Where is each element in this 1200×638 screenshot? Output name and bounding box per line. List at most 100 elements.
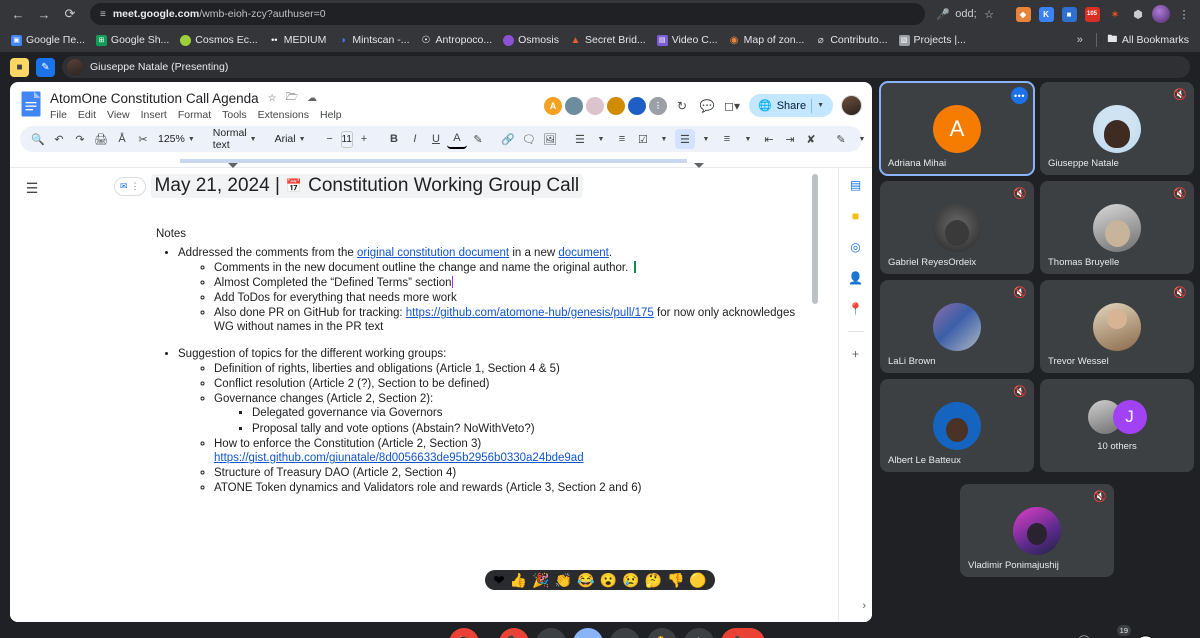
collaborator-avatar[interactable] xyxy=(586,96,604,115)
bold-button[interactable]: B xyxy=(384,129,404,149)
bookmark-item[interactable]: ▲ Secret Brid... xyxy=(565,32,651,48)
menu-tools[interactable]: Tools xyxy=(222,109,247,121)
extension-orange[interactable]: ◆ xyxy=(1013,4,1033,24)
meeting-details-button[interactable]: ⓘ xyxy=(1075,634,1093,638)
reaction-thumbs-up[interactable]: 👍 xyxy=(510,573,527,587)
reload-icon[interactable]: ⟳ xyxy=(58,2,82,26)
star-icon[interactable]: ☆ xyxy=(979,4,999,24)
document-page[interactable]: ✉ ⋮ May 21, 2024 | 📅 Constitution Workin… xyxy=(54,168,838,622)
site-settings-icon[interactable]: ≡ xyxy=(100,9,106,20)
version-history-icon[interactable]: ↻ xyxy=(672,96,692,116)
zoom-selector[interactable]: 125% ▼ xyxy=(154,129,199,149)
leave-call-button[interactable]: 📞 xyxy=(720,628,765,638)
extension-calendar[interactable]: 105 xyxy=(1082,4,1102,24)
meet-camera-icon[interactable]: ◻▾ xyxy=(722,96,742,116)
extension-blue[interactable]: ■ xyxy=(1059,4,1079,24)
redo-icon[interactable]: ↷ xyxy=(70,129,90,149)
checklist-icon[interactable]: ☑ xyxy=(633,129,653,149)
chevron-down-icon[interactable]: ▼ xyxy=(738,129,758,149)
menu-file[interactable]: File xyxy=(50,109,67,121)
activities-panel-button[interactable]: ▲ xyxy=(1168,634,1186,638)
share-button[interactable]: 🌐 Share ▼ xyxy=(749,94,833,117)
reaction-surprised[interactable]: 😮 xyxy=(600,573,617,587)
bookmark-item[interactable]: ◉ Map of zon... xyxy=(724,32,810,48)
paragraph-style-selector[interactable]: Normal text ▼ xyxy=(209,127,261,151)
presenter-chip[interactable]: Giuseppe Natale (Presenting) xyxy=(62,56,1190,78)
maps-icon[interactable]: 📍 xyxy=(847,300,865,318)
collaborator-avatar[interactable] xyxy=(628,96,646,115)
bookmark-item[interactable]: ▤ Video C... xyxy=(652,32,723,48)
decrease-indent-icon[interactable]: ⇤ xyxy=(759,129,779,149)
camera-off-button[interactable]: 🎥 xyxy=(498,628,529,638)
all-bookmarks-button[interactable]: 🖿 All Bookmarks xyxy=(1102,32,1194,48)
menu-view[interactable]: View xyxy=(107,109,130,121)
menu-help[interactable]: Help xyxy=(320,109,342,121)
spellcheck-icon[interactable]: Å xyxy=(112,129,132,149)
original-constitution-link[interactable]: original constitution document xyxy=(357,247,509,259)
reaction-clap[interactable]: 👏 xyxy=(555,573,572,587)
participant-tile-albert-le-batteux[interactable]: 🔇 Albert Le Batteux xyxy=(880,379,1034,472)
reaction-sad[interactable]: 😢 xyxy=(622,573,639,587)
edit-presentation-icon[interactable]: ✎ xyxy=(36,57,55,77)
menu-edit[interactable]: Edit xyxy=(78,109,96,121)
reactions-button[interactable]: ☺ xyxy=(572,628,603,638)
extension-puzzle-icon[interactable]: ⬢ xyxy=(1128,4,1148,24)
participant-tile-vladimir-ponimajushij[interactable]: 🔇 Vladimir Ponimajushij xyxy=(960,484,1114,577)
line-spacing-icon[interactable]: ≡ xyxy=(612,129,632,149)
gist-link[interactable]: https://gist.github.com/giunatale/8d0056… xyxy=(214,452,584,464)
captions-button[interactable]: ⎕ xyxy=(535,628,566,638)
bookmark-item[interactable]: ▣ Google Пе... xyxy=(6,32,90,48)
print-icon[interactable]: 🖨 xyxy=(91,129,111,149)
avatar[interactable] xyxy=(1151,4,1171,24)
increase-indent-icon[interactable]: ⇥ xyxy=(780,129,800,149)
bookmark-item[interactable]: Cosmos Ec... xyxy=(175,32,262,48)
menu-extensions[interactable]: Extensions xyxy=(258,109,309,121)
more-options-icon[interactable]: ⋮ xyxy=(131,181,140,192)
cloud-saved-icon[interactable]: ☁ xyxy=(307,93,317,104)
chevron-down-icon[interactable]: ▼ xyxy=(654,129,674,149)
participant-tile-giuseppe-natale[interactable]: 🔇 Giuseppe Natale xyxy=(1040,82,1194,175)
people-panel-button[interactable]: 👥 19 xyxy=(1106,625,1131,638)
increase-font-size-button[interactable]: + xyxy=(354,129,374,149)
participant-tile-adriana-mihai[interactable]: ••• A Adriana Mihai xyxy=(879,81,1035,176)
chat-panel-button[interactable]: 💬 xyxy=(1137,634,1155,638)
collaborator-more[interactable]: ⋮ xyxy=(649,96,667,115)
italic-button[interactable]: I xyxy=(405,129,425,149)
participant-tile-lali-brown[interactable]: 🔇 LaLi Brown xyxy=(880,280,1034,373)
back-arrow-icon[interactable]: ← xyxy=(6,2,30,26)
page-title[interactable]: AtomOne Constitution Call Agenda xyxy=(50,91,259,106)
star-icon[interactable]: ☆ xyxy=(268,93,277,104)
microphone-mute-button[interactable]: 🔇 xyxy=(448,628,479,638)
bookmarks-overflow-button[interactable]: » xyxy=(1069,34,1091,46)
github-pr-link[interactable]: https://github.com/atomone-hub/genesis/p… xyxy=(406,307,654,319)
comment-icon[interactable]: 💬 xyxy=(697,96,717,116)
undo-icon[interactable]: ↶ xyxy=(49,129,69,149)
expand-panel-icon[interactable]: › xyxy=(862,600,866,612)
shared-screen-google-docs[interactable]: AtomOne Constitution Call Agenda ☆ 🗁 ☁ F… xyxy=(10,82,872,622)
move-to-folder-icon[interactable]: 🗁 xyxy=(286,90,298,107)
decrease-font-size-button[interactable]: − xyxy=(320,129,340,149)
reaction-heart[interactable]: ❤ xyxy=(493,573,505,587)
bookmark-item[interactable]: ⊞ Google Sh... xyxy=(91,32,174,48)
participant-tile-thomas-bruyelle[interactable]: 🔇 Thomas Bruyelle xyxy=(1040,181,1194,274)
collaborator-avatar[interactable]: A xyxy=(544,96,562,115)
menu-format[interactable]: Format xyxy=(178,109,211,121)
chevron-down-icon[interactable]: ▼ xyxy=(696,129,716,149)
reaction-thumbs-down[interactable]: 👎 xyxy=(667,573,684,587)
reaction-laugh[interactable]: 😂 xyxy=(577,573,594,587)
contacts-icon[interactable]: 👤 xyxy=(847,269,865,287)
extension-spark[interactable]: ✶ xyxy=(1105,4,1125,24)
new-document-link[interactable]: document xyxy=(558,247,609,259)
bookmark-item[interactable]: ◑ Mintscan -... xyxy=(332,32,414,48)
numbered-list-icon[interactable]: ≡ xyxy=(717,129,737,149)
participant-tile-trevor-wessel[interactable]: 🔇 Trevor Wessel xyxy=(1040,280,1194,373)
pin-presentation-icon[interactable]: ■ xyxy=(10,57,29,77)
collaborator-avatar[interactable] xyxy=(607,96,625,115)
clear-formatting-icon[interactable]: ✘ xyxy=(801,129,821,149)
calendar-icon[interactable]: ▤ xyxy=(847,176,865,194)
meeting-notes-chip[interactable]: ✉ ⋮ xyxy=(114,176,146,196)
add-comment-icon[interactable]: 🗨 xyxy=(519,129,539,149)
bookmark-item[interactable]: •• MEDIUM xyxy=(264,32,332,48)
keep-icon[interactable]: ■ xyxy=(847,207,865,225)
collaborator-avatar[interactable] xyxy=(565,96,583,115)
